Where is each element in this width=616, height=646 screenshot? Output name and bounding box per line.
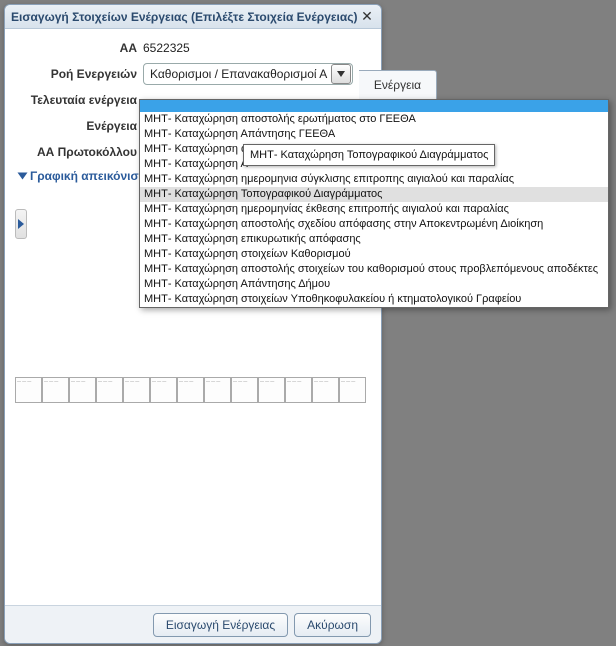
tab-label: Ενέργεια — [374, 78, 421, 92]
thumbnail[interactable]: — — — — [123, 377, 150, 403]
thumbnail[interactable]: — — — — [204, 377, 231, 403]
dropdown-item[interactable]: ΜΗΤ- Καταχώρηση στοιχείων Καθορισμού — [140, 247, 608, 262]
dropdown-item[interactable]: ΜΗΤ- Καταχώρηση Τοπογραφικού Διαγράμματο… — [140, 187, 608, 202]
triangle-down-icon — [18, 173, 28, 180]
dropdown-item[interactable]: ΜΗΤ- Καταχώρηση Απάντησης ΓΕΕΘΑ — [140, 127, 608, 142]
dropdown-item[interactable]: ΜΗΤ- Καταχώρηση ημερομηνια σύγκλισης επι… — [140, 172, 608, 187]
flow-select-text: Καθορισμοι / Επανακαθορισμοί Α — [144, 67, 330, 81]
action-dropdown[interactable]: ΜΗΤ- Καταχώρηση αποστολής ερωτήματος στο… — [139, 99, 609, 308]
thumbnail[interactable]: — — — — [339, 377, 366, 403]
thumbnail-strip: — — —— — —— — —— — —— — —— — —— — —— — —… — [15, 377, 371, 407]
thumbnail[interactable]: — — — — [285, 377, 312, 403]
tooltip: ΜΗΤ- Καταχώρηση Τοπογραφικού Διαγράμματο… — [243, 144, 495, 166]
action-label: Ενέργεια — [15, 119, 143, 133]
footer: Εισαγωγή Ενέργειας Ακύρωση — [5, 605, 381, 643]
dropdown-item[interactable]: ΜΗΤ- Καταχώρηση αποστολής ερωτήματος στο… — [140, 112, 608, 127]
submit-button[interactable]: Εισαγωγή Ενέργειας — [153, 613, 288, 637]
thumbnail[interactable]: — — — — [96, 377, 123, 403]
section-header-text: Γραφική απεικόνιση — [30, 169, 146, 183]
dialog-title: Εισαγωγή Στοιχείων Ενέργειας (Επιλέξτε Σ… — [11, 10, 359, 24]
aa-label: ΑΑ — [15, 41, 143, 55]
dropdown-item[interactable]: ΜΗΤ- Καταχώρηση επικυρωτικής απόφασης — [140, 232, 608, 247]
dropdown-item[interactable]: ΜΗΤ- Καταχώρηση ημερομηνίας έκθεσης επιτ… — [140, 202, 608, 217]
dropdown-item[interactable]: ΜΗΤ- Καταχώρηση αποστολής σχεδίου απόφασ… — [140, 217, 608, 232]
flow-label: Ροή Ενεργειών — [15, 67, 143, 81]
chevron-down-icon[interactable] — [331, 64, 351, 84]
flow-select[interactable]: Καθορισμοι / Επανακαθορισμοί Α — [143, 63, 353, 85]
dropdown-item[interactable]: ΜΗΤ- Καταχώρηση στοιχείων Υποθηκοφυλακεί… — [140, 292, 608, 307]
thumbnail[interactable]: — — — — [42, 377, 69, 403]
thumbnail[interactable]: — — — — [150, 377, 177, 403]
close-icon[interactable]: ✕ — [359, 9, 375, 25]
slider-next-button[interactable] — [15, 209, 27, 239]
aa-value: 6522325 — [143, 41, 371, 55]
last-action-label: Τελευταία ενέργεια — [15, 93, 143, 107]
thumbnail[interactable]: — — — — [177, 377, 204, 403]
dropdown-item[interactable]: ΜΗΤ- Καταχώρηση Απάντησης Δήμου — [140, 277, 608, 292]
thumbnail[interactable]: — — — — [69, 377, 96, 403]
tab-energeia[interactable]: Ενέργεια — [359, 70, 437, 100]
dropdown-header-row — [140, 100, 608, 112]
protocol-label: ΑΑ Πρωτοκόλλου — [15, 145, 143, 159]
titlebar: Εισαγωγή Στοιχείων Ενέργειας (Επιλέξτε Σ… — [5, 5, 381, 29]
thumbnail[interactable]: — — — — [258, 377, 285, 403]
thumbnail[interactable]: — — — — [312, 377, 339, 403]
dropdown-item[interactable]: ΜΗΤ- Καταχώρηση αποστολής στοιχείων του … — [140, 262, 608, 277]
thumbnail[interactable]: — — — — [231, 377, 258, 403]
thumbnail[interactable]: — — — — [15, 377, 42, 403]
cancel-button[interactable]: Ακύρωση — [294, 613, 371, 637]
